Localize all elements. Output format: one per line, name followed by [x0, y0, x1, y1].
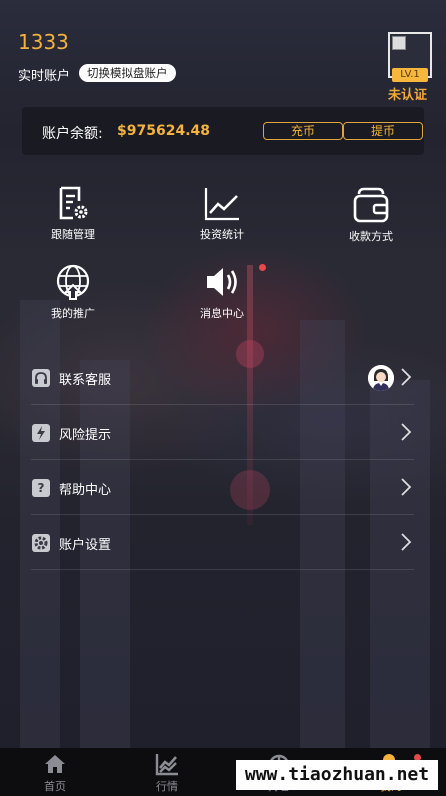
balance-card: 账户余额: $975624.48 充币 提币	[22, 107, 424, 155]
tab-label: 行情	[156, 780, 178, 793]
grid-label: 投资统计	[200, 228, 244, 241]
headset-icon	[32, 369, 50, 387]
chevron-right-icon	[401, 423, 412, 441]
tab-label: 首页	[44, 780, 66, 793]
list-item-label: 联系客服	[59, 373, 112, 388]
chevron-right-icon	[401, 478, 412, 496]
broken-image-icon	[392, 36, 406, 50]
home-icon	[45, 755, 65, 773]
account-type-label: 实时账户	[18, 69, 71, 84]
document-gear-icon	[59, 186, 88, 220]
globe-icon	[56, 264, 90, 300]
grid-label: 跟随管理	[51, 228, 95, 241]
tab-home[interactable]: 首页	[25, 752, 85, 794]
tab-market[interactable]: 行情	[137, 752, 197, 794]
market-icon	[155, 754, 178, 776]
deposit-button[interactable]: 充币	[263, 122, 343, 140]
grid-label: 我的推广	[51, 307, 95, 320]
user-id: 1333	[18, 30, 69, 54]
balance-value: $975624.48	[117, 123, 210, 139]
list-item-help-center[interactable]: ? 帮助中心	[31, 460, 414, 515]
verify-status[interactable]: 未认证	[388, 84, 427, 103]
gear-icon	[32, 534, 50, 552]
list-item-contact-support[interactable]: 联系客服	[31, 350, 414, 405]
question-icon: ?	[32, 479, 50, 497]
grid-item-investment-stats[interactable]: 投资统计	[177, 186, 267, 242]
list-item-label: 风险提示	[59, 428, 112, 443]
list-item-risk-warning[interactable]: 风险提示	[31, 405, 414, 460]
wallet-icon	[353, 187, 389, 223]
notification-dot	[259, 264, 266, 271]
lightning-icon	[32, 424, 50, 442]
chevron-right-icon	[401, 533, 412, 551]
settings-list: 联系客服 风险提示 ? 帮助中心 账户设置	[31, 350, 414, 570]
list-item-account-settings[interactable]: 账户设置	[31, 515, 414, 570]
switch-demo-account-button[interactable]: 切换模拟盘账户	[79, 64, 176, 82]
speaker-icon	[207, 268, 237, 296]
line-chart-icon	[204, 188, 239, 221]
watermark: www.tiaozhuan.net	[236, 760, 438, 790]
profile-page: 1333 实时账户 切换模拟盘账户 LV.1 未认证 账户余额: $975624…	[0, 0, 446, 748]
balance-label: 账户余额:	[42, 126, 103, 142]
list-item-label: 帮助中心	[59, 483, 112, 498]
grid-item-payment-methods[interactable]: 收款方式	[326, 186, 416, 244]
grid-item-my-promotion[interactable]: 我的推广	[28, 263, 118, 321]
grid-item-message-center[interactable]: 消息中心	[177, 263, 267, 321]
list-item-label: 账户设置	[59, 538, 112, 553]
grid-label: 收款方式	[349, 230, 393, 243]
withdraw-button[interactable]: 提币	[343, 122, 423, 140]
grid-item-follow-management[interactable]: 跟随管理	[28, 186, 118, 242]
support-agent-avatar	[368, 365, 394, 391]
chevron-right-icon	[401, 368, 412, 386]
level-badge: LV.1	[392, 68, 428, 82]
grid-label: 消息中心	[200, 307, 244, 320]
